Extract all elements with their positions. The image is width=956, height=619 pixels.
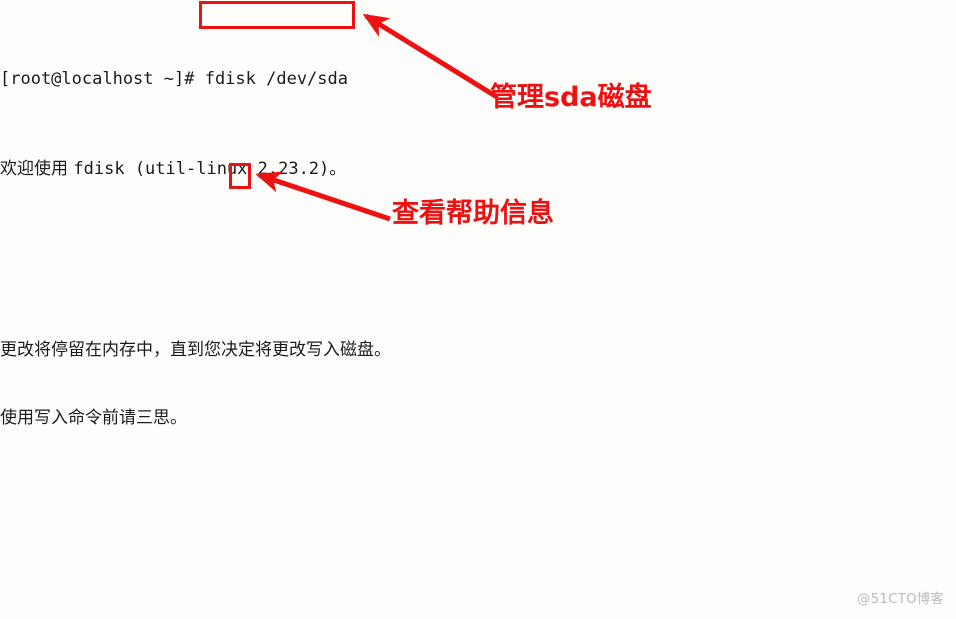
watermark: @51CTO博客 [857,592,944,607]
notice-line-2: 使用写入命令前请三思。 [0,407,187,428]
welcome-text-version: fdisk (util-linux 2.23.2)。 [73,159,347,180]
shell-prompt: [root@localhost ~]# [0,68,205,89]
welcome-line: 欢迎使用 fdisk (util-linux 2.23.2)。 [0,158,956,181]
terminal-screenshot: [root@localhost ~]# fdisk /dev/sda 欢迎使用 … [0,0,956,619]
annotation-label-view-help: 查看帮助信息 [392,198,554,229]
notice-line-1: 更改将停留在内存中，直到您决定将更改写入磁盘。 [0,339,391,360]
shell-prompt-line: [root@localhost ~]# fdisk /dev/sda [0,68,956,91]
annotation-label-manage-sda: 管理sda磁盘 [490,82,652,113]
welcome-text-cjk: 欢迎使用 [0,159,74,180]
terminal-output: [root@localhost ~]# fdisk /dev/sda 欢迎使用 … [0,0,956,619]
shell-command: fdisk /dev/sda [204,68,348,89]
